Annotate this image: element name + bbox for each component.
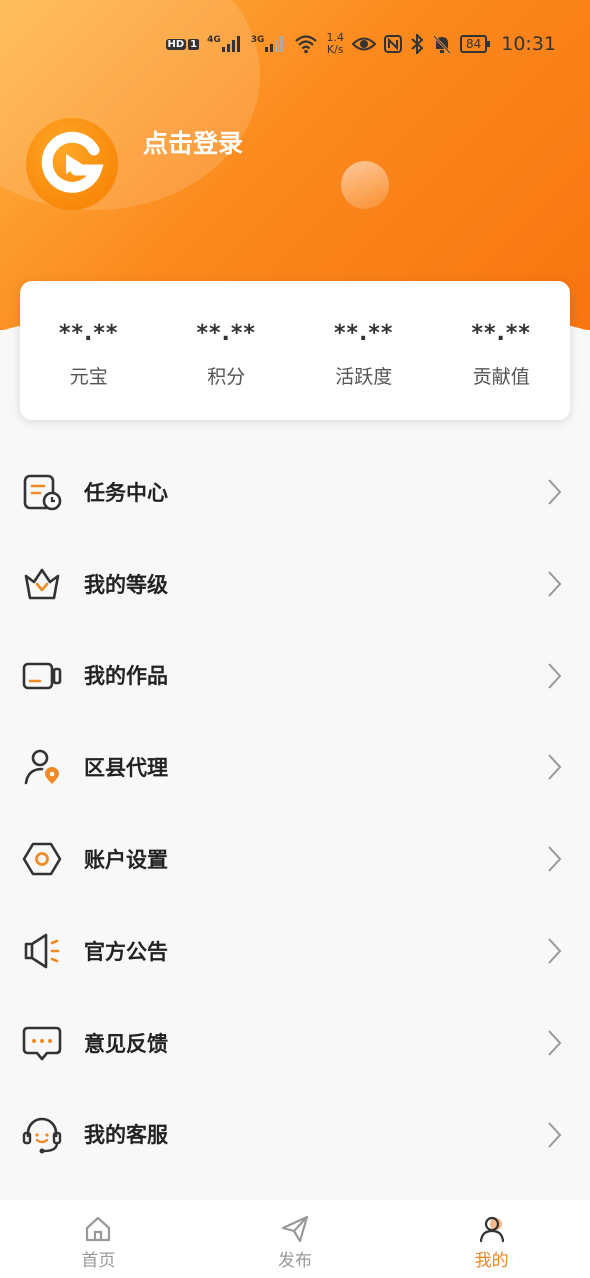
decorative-bubble [341,161,389,209]
chevron-right-icon [548,662,562,689]
task-center-icon [23,474,62,511]
chevron-right-icon [548,846,562,872]
menu-label: 区县代理 [84,756,168,781]
chevron-right-icon [548,479,562,505]
chevron-right-icon [548,1030,562,1056]
menu-item-announcements[interactable]: 官方公告 [0,905,590,997]
net-speed: 1.4 K/s [326,31,344,56]
stat-activity[interactable]: **.** 活跃度 [295,281,433,420]
video-camera-icon [22,662,62,689]
menu-item-task-center[interactable]: 任务中心 [0,446,590,538]
home-icon [86,1216,111,1242]
nfc-icon [383,35,402,53]
menu-label: 我的等级 [84,572,168,597]
menu-item-account-settings[interactable]: 账户设置 [0,813,590,905]
crown-icon [24,568,60,600]
menu-label: 账户设置 [84,848,168,873]
menu-label: 任务中心 [84,480,168,505]
stat-label: 元宝 [69,366,108,388]
agent-location-icon [24,750,59,785]
settings-hexagon-icon [22,842,62,876]
stat-value: **.** [196,321,256,346]
chevron-right-icon [548,1121,562,1148]
menu-item-my-level[interactable]: 我的等级 [0,538,590,630]
headset-service-icon [22,1117,62,1154]
app-logo-avatar[interactable] [26,118,118,210]
status-bar: HD 1 4G 3G 1.4 K/s 84 10:31 [0,26,590,62]
mute-bell-icon [432,34,452,54]
stat-label: 活跃度 [335,366,393,388]
menu-label: 意见反馈 [84,1031,168,1056]
stat-contribution[interactable]: **.** 贡献值 [433,281,571,420]
tab-label: 发布 [278,1251,312,1271]
tab-mine[interactable]: 我的 [393,1200,590,1278]
menu-item-feedback[interactable]: 意见反馈 [0,997,590,1089]
menu-label: 我的作品 [84,664,168,689]
logo-mark-icon [41,131,104,193]
stat-value: **.** [334,321,394,346]
menu-label: 官方公告 [84,939,168,964]
wifi-icon [294,34,318,54]
bottom-tab-bar: 首页 发布 我的 [0,1200,590,1278]
tab-home[interactable]: 首页 [0,1200,197,1278]
stat-label: 积分 [207,366,246,388]
menu-item-county-agent[interactable]: 区县代理 [0,721,590,813]
stat-value: **.** [471,321,531,346]
stat-points[interactable]: **.** 积分 [158,281,296,420]
menu-label: 我的客服 [84,1123,168,1148]
stat-label: 贡献值 [472,366,530,388]
login-link[interactable]: 点击登录 [143,124,243,160]
send-icon [281,1215,309,1243]
signal-4g-icon: 4G [207,35,243,53]
stats-card: **.** 元宝 **.** 积分 **.** 活跃度 **.** 贡献值 [20,281,570,420]
chevron-right-icon [548,754,562,781]
signal-3g-icon: 3G [251,35,287,53]
hd-indicator: HD 1 [165,38,200,50]
clock: 10:31 [501,33,556,55]
battery-icon: 84 [459,35,491,53]
tab-label: 首页 [81,1251,116,1271]
megaphone-icon [24,933,60,969]
stat-yuanbao[interactable]: **.** 元宝 [20,281,158,420]
chevron-right-icon [548,571,562,597]
eye-icon [351,35,376,53]
menu-item-my-works[interactable]: 我的作品 [0,630,590,722]
chevron-right-icon [548,938,562,964]
stat-value: **.** [59,321,119,346]
tab-publish[interactable]: 发布 [197,1200,394,1278]
menu-list: 任务中心 我的等级 我的作品 区县代理 账户设置 官方公告 意见反馈 我的客服 [0,446,590,1180]
bluetooth-icon [410,34,424,54]
menu-item-customer-service[interactable]: 我的客服 [0,1089,590,1181]
tab-label: 我的 [474,1251,509,1271]
profile-icon [479,1216,504,1243]
feedback-chat-icon [22,1026,62,1061]
